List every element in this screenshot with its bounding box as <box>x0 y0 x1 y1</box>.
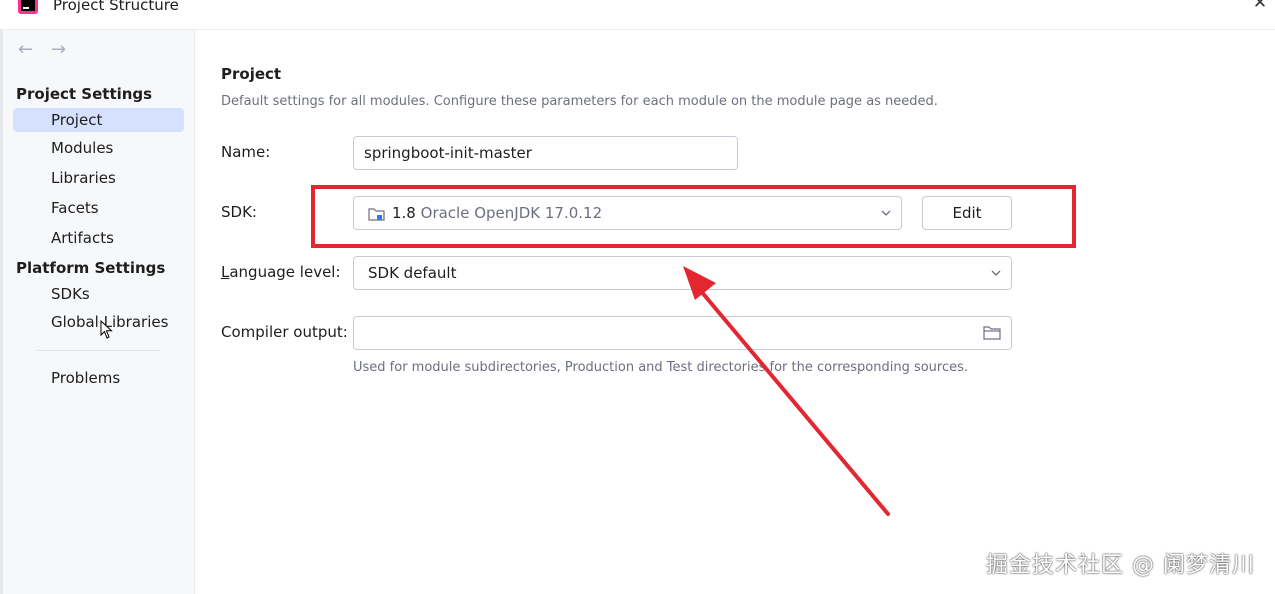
compiler-output-hint: Used for module subdirectories, Producti… <box>353 360 969 375</box>
sidebar-item-sdks[interactable]: SDKs <box>13 282 184 306</box>
sidebar: ← → Project Settings Project Modules Lib… <box>0 30 195 594</box>
sidebar-item-problems[interactable]: Problems <box>13 366 184 390</box>
sidebar-item-global-libraries[interactable]: Global Libraries <box>13 310 184 334</box>
language-level-label: Language level: <box>221 263 341 281</box>
sidebar-separator <box>36 350 160 351</box>
close-icon[interactable]: ✕ <box>1251 0 1269 12</box>
language-level-label-rest: anguage level: <box>229 263 341 281</box>
name-label: Name: <box>221 143 271 161</box>
language-level-dropdown[interactable]: SDK default <box>353 256 1012 290</box>
compiler-output-input[interactable] <box>353 316 1012 350</box>
sidebar-item-artifacts[interactable]: Artifacts <box>13 226 184 250</box>
sidebar-item-facets[interactable]: Facets <box>13 196 184 220</box>
chevron-down-icon <box>991 270 1001 276</box>
name-input[interactable]: springboot-init-master <box>353 136 738 170</box>
watermark: 掘金技术社区 @ 阑梦清川 <box>986 553 1255 578</box>
compiler-output-label: Compiler output: <box>221 323 348 341</box>
sidebar-item-project[interactable]: Project <box>13 108 184 132</box>
platform-settings-title: Platform Settings <box>16 259 166 277</box>
title-bar: Project Structure ✕ <box>0 0 1275 30</box>
mouse-cursor-icon <box>100 320 113 339</box>
intellij-app-icon <box>18 0 38 14</box>
page-description: Default settings for all modules. Config… <box>221 94 938 109</box>
forward-arrow-icon[interactable]: → <box>51 40 71 60</box>
highlight-box-annotation <box>311 185 1076 248</box>
browse-folder-icon[interactable] <box>983 325 1001 341</box>
window-title: Project Structure <box>53 0 179 14</box>
back-arrow-icon[interactable]: ← <box>18 40 38 60</box>
main-panel: Project Default settings for all modules… <box>196 30 1275 594</box>
language-level-value: SDK default <box>368 264 457 282</box>
project-settings-title: Project Settings <box>16 85 153 103</box>
sidebar-item-libraries[interactable]: Libraries <box>13 166 184 190</box>
page-title: Project <box>221 65 282 83</box>
window-left-edge <box>0 30 3 594</box>
sidebar-item-modules[interactable]: Modules <box>13 136 184 160</box>
sdk-label: SDK: <box>221 203 257 221</box>
